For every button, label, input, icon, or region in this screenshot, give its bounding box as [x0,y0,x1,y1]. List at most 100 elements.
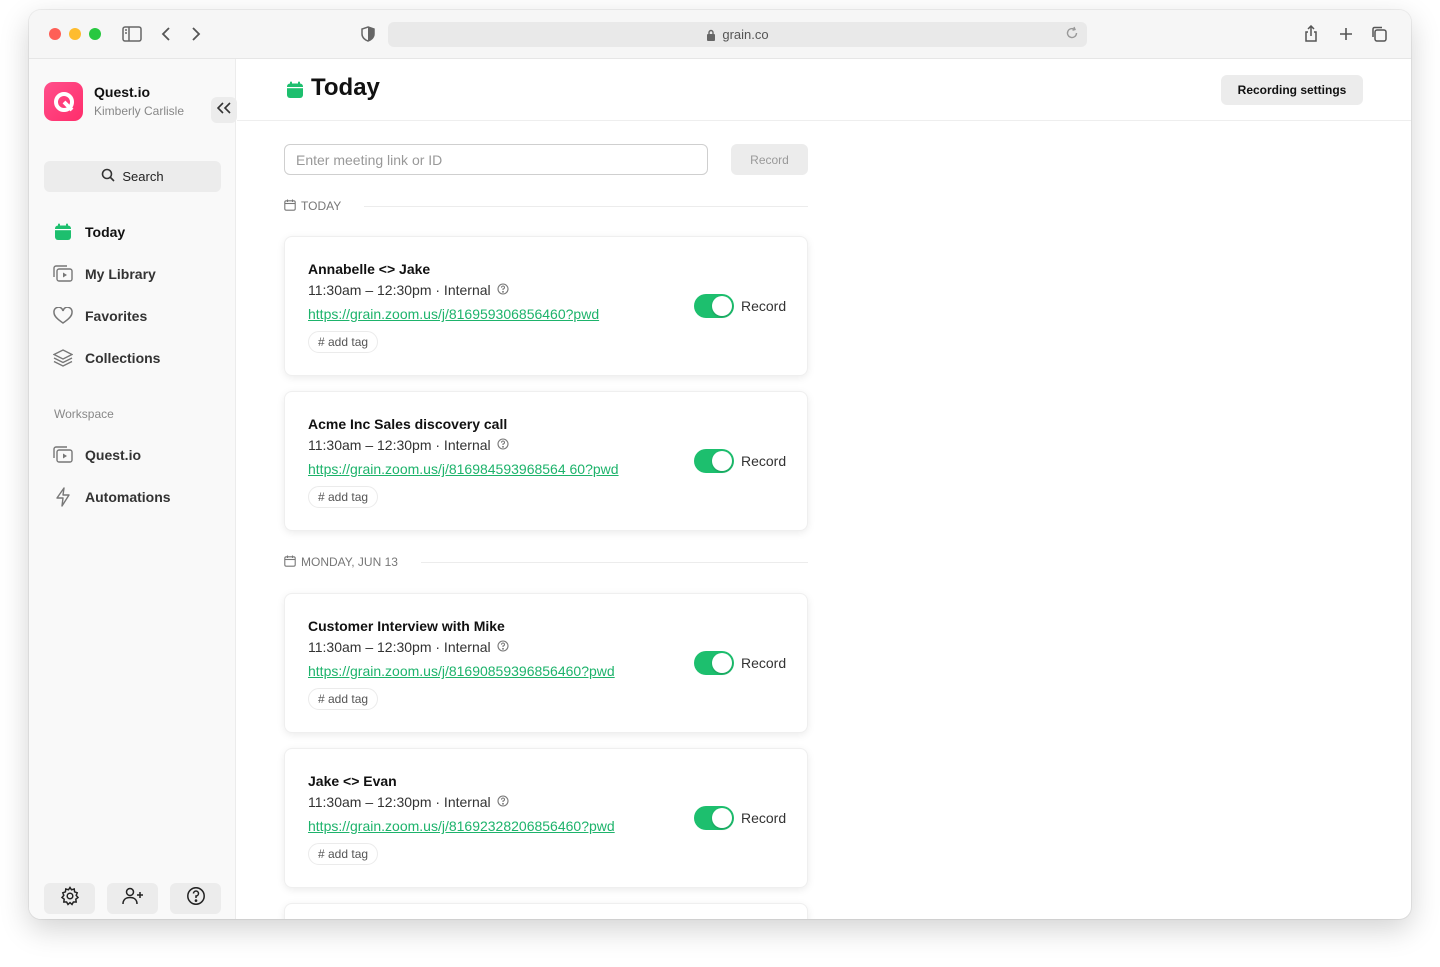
share-icon[interactable] [1301,24,1321,44]
meeting-time: 11:30am – 12:30pm · Internal [308,282,509,298]
sidebar-item-my-library[interactable]: My Library [53,262,156,286]
meeting-card[interactable]: Annabelle <> Jake 11:30am – 12:30pm · In… [284,236,808,376]
workspace-name[interactable]: Quest.io [94,84,150,100]
add-tag-button[interactable]: # add tag [308,843,379,865]
calendar-icon [286,81,304,104]
record-toggle-label: Record [741,453,787,469]
record-toggle-label: Record [741,810,787,826]
meeting-time-text: 11:30am – 12:30pm · Internal [308,282,491,298]
search-button[interactable]: Search [44,161,221,192]
meeting-title: Jake <> Evan [308,773,397,789]
add-tag-button[interactable]: # add tag [308,331,379,353]
record-toggle-label: Record [741,298,787,314]
sidebar-toggle-icon[interactable] [122,24,142,44]
meeting-link[interactable]: https://grain.zoom.us/j/8169085939685646… [308,663,615,679]
search-label: Search [122,169,164,184]
meeting-title: Customer Interview with Mike [308,618,505,634]
meeting-card[interactable]: Customer Interview with Mike 11:30am – 1… [284,593,808,733]
chevrons-left-icon [216,101,231,119]
reload-icon[interactable] [1065,26,1079,40]
day-header: MONDAY, JUN 13 [284,554,808,570]
heart-icon [53,306,73,326]
meeting-time: 11:30am – 12:30pm · Internal [308,639,509,655]
tab-overview-icon[interactable] [1369,24,1389,44]
invite-user-button[interactable] [107,883,158,914]
sidebar-item-label: Quest.io [85,447,142,463]
sidebar-item-collections[interactable]: Collections [53,346,160,370]
forward-icon[interactable] [186,24,206,44]
day-label: MONDAY, JUN 13 [301,555,398,569]
meeting-link[interactable]: https://grain.zoom.us/j/816984593968564 … [308,461,619,477]
lock-icon [706,29,716,41]
sidebar-item-label: Today [85,224,126,240]
library-icon [53,264,73,284]
add-tag-button[interactable]: # add tag [308,688,379,710]
recording-settings-button[interactable]: Recording settings [1221,75,1363,105]
privacy-shield-icon[interactable] [358,24,378,44]
layers-icon [53,348,73,368]
sidebar-item-favorites[interactable]: Favorites [53,304,147,328]
library-icon [53,445,73,465]
divider [364,205,808,207]
address-url: grain.co [722,27,769,42]
meeting-time-text: 11:30am – 12:30pm · Internal [308,437,491,453]
meeting-link-input[interactable] [284,144,708,175]
record-toggle[interactable] [694,651,734,675]
meeting-link[interactable]: https://grain.zoom.us/j/816959306856460?… [308,306,599,322]
record-button[interactable]: Record [731,144,808,175]
settings-button[interactable] [44,883,95,914]
meeting-link[interactable]: https://grain.zoom.us/j/8169232820685646… [308,818,615,834]
day-header: TODAY [284,198,808,214]
calendar-icon [53,222,73,242]
record-toggle[interactable] [694,294,734,318]
meeting-time: 11:30am – 12:30pm · Internal [308,437,509,453]
meeting-time: 11:30am – 12:30pm · Internal [308,794,509,810]
add-tag-button[interactable]: # add tag [308,486,379,508]
record-toggle[interactable] [694,449,734,473]
workspace-section-label: Workspace [54,407,114,421]
page-title: Today [311,74,380,101]
sidebar-item-label: My Library [85,266,156,282]
sidebar-item-today[interactable]: Today [53,220,125,244]
info-icon[interactable] [497,639,509,655]
sidebar-item-label: Favorites [85,308,148,324]
meeting-time-text: 11:30am – 12:30pm · Internal [308,639,491,655]
help-icon [186,886,206,911]
new-tab-icon[interactable] [1336,24,1356,44]
meeting-time-text: 11:30am – 12:30pm · Internal [308,794,491,810]
workspace-logo[interactable] [44,82,83,121]
toggle-knob [712,808,732,828]
collapse-sidebar-button[interactable] [211,97,237,123]
zoom-window-button[interactable] [89,28,101,40]
add-user-icon [121,887,144,910]
info-icon[interactable] [497,282,509,298]
toggle-knob [712,296,732,316]
minimize-window-button[interactable] [69,28,81,40]
divider [420,561,808,563]
help-button[interactable] [170,883,221,914]
sidebar: Quest.io Kimberly Carlisle Search Today … [29,59,237,919]
toggle-knob [712,653,732,673]
back-icon[interactable] [156,24,176,44]
info-icon[interactable] [497,794,509,810]
meeting-card-partial[interactable] [284,903,808,919]
record-toggle-label: Record [741,655,787,671]
calendar-outline-icon [284,199,296,214]
address-bar[interactable]: grain.co [388,22,1087,47]
meeting-card[interactable]: Jake <> Evan 11:30am – 12:30pm · Interna… [284,748,808,888]
browser-titlebar: grain.co [29,10,1411,59]
record-toggle[interactable] [694,806,734,830]
sidebar-item-automations[interactable]: Automations [53,485,171,509]
browser-window: grain.co Quest.io Kimberly Carlisle Sear… [29,10,1411,919]
info-icon[interactable] [497,437,509,453]
sidebar-item-quest-io[interactable]: Quest.io [53,443,141,467]
gear-icon [60,886,80,911]
sidebar-item-label: Collections [85,350,161,366]
sidebar-item-label: Automations [85,489,171,505]
close-window-button[interactable] [49,28,61,40]
day-label: TODAY [301,199,342,213]
lightning-icon [53,487,73,507]
meeting-card[interactable]: Acme Inc Sales discovery call 11:30am – … [284,391,808,531]
toggle-knob [712,451,732,471]
calendar-outline-icon [284,555,296,570]
